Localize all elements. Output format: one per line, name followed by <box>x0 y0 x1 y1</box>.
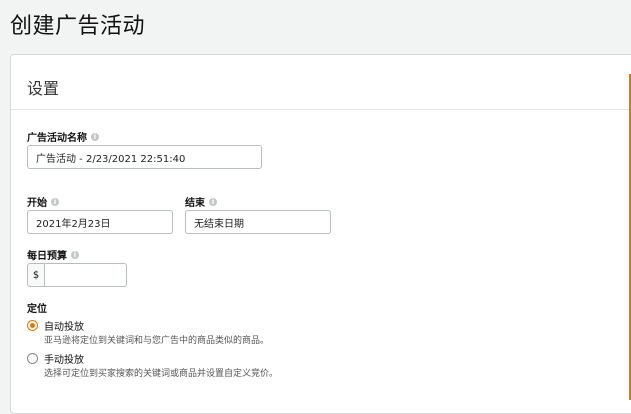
start-label: 开始 i <box>27 194 59 209</box>
manual-targeting-label[interactable]: 手动投放 <box>44 351 84 366</box>
targeting-label: 定位 <box>27 300 47 315</box>
end-date-input[interactable]: 无结束日期 <box>185 210 331 234</box>
campaign-name-label: 广告活动名称 i <box>27 129 99 144</box>
info-icon[interactable]: i <box>209 197 217 206</box>
manual-targeting-radio[interactable] <box>27 353 38 364</box>
daily-budget-label: 每日预算 i <box>27 247 79 262</box>
campaign-name-label-text: 广告活动名称 <box>27 133 87 144</box>
start-date-input[interactable]: 2021年2月23日 <box>27 210 173 234</box>
info-icon[interactable]: i <box>71 250 79 259</box>
start-label-text: 开始 <box>27 198 47 209</box>
currency-prefix: $ <box>27 263 44 287</box>
targeting-label-text: 定位 <box>27 304 47 315</box>
campaign-name-input[interactable]: 广告活动 - 2/23/2021 22:51:40 <box>27 145 262 169</box>
manual-targeting-description: 选择可定位到买家搜索的关键词或商品并设置自定义竞价。 <box>44 369 279 379</box>
info-icon[interactable]: i <box>91 132 99 141</box>
daily-budget-input[interactable] <box>44 263 127 287</box>
section-divider <box>11 109 631 110</box>
auto-targeting-description: 亚马逊将定位到关键词和与您广告中的商品类似的商品。 <box>44 336 270 346</box>
section-title: 设置 <box>27 79 60 98</box>
settings-card: 设置 广告活动名称 i 广告活动 - 2/23/2021 22:51:40 开始… <box>10 54 631 414</box>
info-icon[interactable]: i <box>51 197 59 206</box>
auto-targeting-label[interactable]: 自动投放 <box>44 318 84 333</box>
end-label-text: 结束 <box>185 198 205 209</box>
daily-budget-label-text: 每日预算 <box>27 251 67 262</box>
auto-targeting-radio[interactable] <box>27 320 38 331</box>
end-label: 结束 i <box>185 194 217 209</box>
page-title: 创建广告活动 <box>10 14 146 39</box>
